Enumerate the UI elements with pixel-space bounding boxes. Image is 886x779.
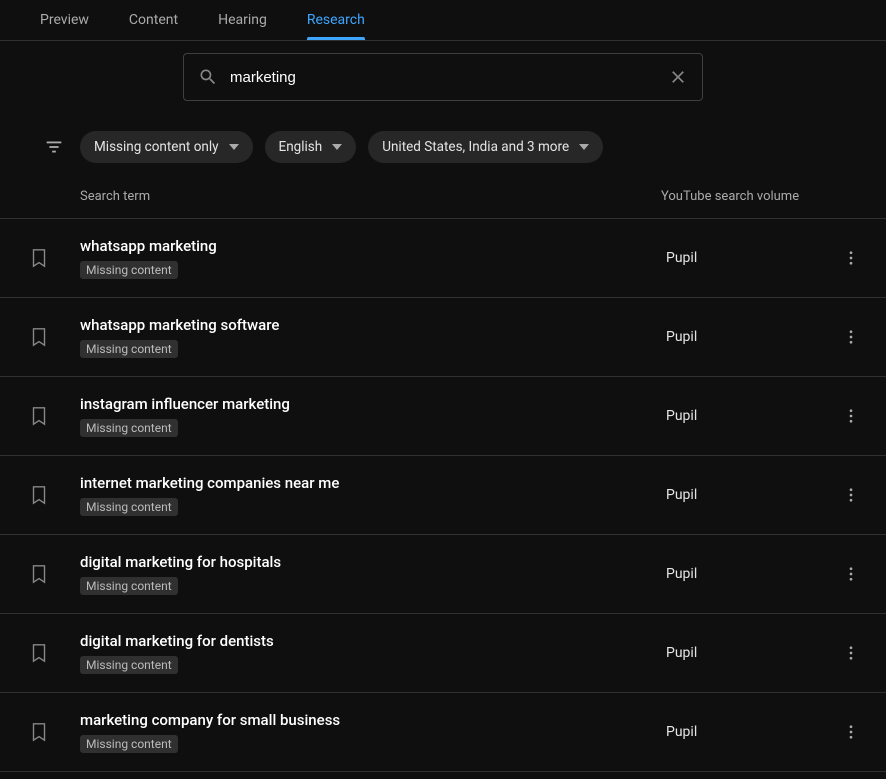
bookmark-icon	[28, 484, 50, 506]
bookmark-button[interactable]	[20, 326, 80, 348]
tab-label: Preview	[40, 12, 89, 28]
tab-research[interactable]: Research	[287, 0, 385, 40]
volume-cell: Pupil	[666, 566, 836, 582]
tab-label: Hearing	[218, 12, 267, 28]
chevron-down-icon	[332, 142, 342, 152]
term-text: marketing company for small business	[80, 711, 666, 729]
table-row[interactable]: digital marketing for hospitals Missing …	[0, 535, 886, 614]
filter-bar: Missing content only English United Stat…	[0, 119, 886, 179]
more-vertical-icon	[842, 249, 860, 267]
more-vertical-icon	[842, 565, 860, 583]
filter-chip-language[interactable]: English	[265, 131, 357, 163]
table-row[interactable]: marketing company for small business Mis…	[0, 693, 886, 772]
missing-content-tag: Missing content	[80, 419, 178, 437]
term-text: whatsapp marketing	[80, 237, 666, 255]
bookmark-button[interactable]	[20, 563, 80, 585]
bookmark-button[interactable]	[20, 405, 80, 427]
missing-content-tag: Missing content	[80, 498, 178, 516]
row-menu-button[interactable]	[836, 565, 866, 583]
column-header-volume: YouTube search volume	[661, 189, 866, 204]
bookmark-button[interactable]	[20, 484, 80, 506]
term-cell: internet marketing companies near me Mis…	[80, 474, 666, 516]
term-text: digital marketing for dentists	[80, 632, 666, 650]
table-row[interactable]: instagram influencer marketing Missing c…	[0, 377, 886, 456]
search-container	[0, 41, 886, 119]
bookmark-icon	[28, 326, 50, 348]
more-vertical-icon	[842, 644, 860, 662]
term-text: whatsapp marketing software	[80, 316, 666, 334]
bookmark-button[interactable]	[20, 247, 80, 269]
table-header: Search term YouTube search volume	[0, 179, 886, 219]
term-text: internet marketing companies near me	[80, 474, 666, 492]
bookmark-button[interactable]	[20, 721, 80, 743]
more-vertical-icon	[842, 328, 860, 346]
chevron-down-icon	[579, 142, 589, 152]
bookmark-icon	[28, 405, 50, 427]
term-cell: whatsapp marketing Missing content	[80, 237, 666, 279]
search-box	[183, 53, 703, 101]
tab-content[interactable]: Content	[109, 0, 198, 40]
volume-cell: Pupil	[666, 329, 836, 345]
clear-icon[interactable]	[668, 67, 688, 87]
row-menu-button[interactable]	[836, 723, 866, 741]
missing-content-tag: Missing content	[80, 656, 178, 674]
more-vertical-icon	[842, 486, 860, 504]
filter-chip-missing[interactable]: Missing content only	[80, 131, 253, 163]
chevron-down-icon	[229, 142, 239, 152]
term-text: digital marketing for hospitals	[80, 553, 666, 571]
table-row[interactable]: whatsapp marketing Missing content Pupil	[0, 219, 886, 298]
missing-content-tag: Missing content	[80, 577, 178, 595]
chip-label: Missing content only	[94, 139, 219, 155]
search-input[interactable]	[230, 69, 656, 86]
volume-cell: Pupil	[666, 487, 836, 503]
chip-label: English	[279, 139, 323, 155]
chip-label: United States, India and 3 more	[382, 139, 569, 155]
tab-hearing[interactable]: Hearing	[198, 0, 287, 40]
search-icon	[198, 67, 218, 87]
missing-content-tag: Missing content	[80, 261, 178, 279]
tab-preview[interactable]: Preview	[20, 0, 109, 40]
row-menu-button[interactable]	[836, 249, 866, 267]
missing-content-tag: Missing content	[80, 340, 178, 358]
row-menu-button[interactable]	[836, 644, 866, 662]
row-menu-button[interactable]	[836, 328, 866, 346]
volume-cell: Pupil	[666, 250, 836, 266]
tab-label: Content	[129, 12, 178, 28]
row-menu-button[interactable]	[836, 486, 866, 504]
tab-label: Research	[307, 12, 365, 28]
results-list: whatsapp marketing Missing content Pupil…	[0, 219, 886, 772]
table-row[interactable]: internet marketing companies near me Mis…	[0, 456, 886, 535]
bookmark-icon	[28, 642, 50, 664]
table-row[interactable]: digital marketing for dentists Missing c…	[0, 614, 886, 693]
term-cell: digital marketing for dentists Missing c…	[80, 632, 666, 674]
bookmark-icon	[28, 563, 50, 585]
filter-icon[interactable]	[40, 136, 68, 158]
row-menu-button[interactable]	[836, 407, 866, 425]
volume-cell: Pupil	[666, 645, 836, 661]
term-cell: marketing company for small business Mis…	[80, 711, 666, 753]
tab-bar: Preview Content Hearing Research	[0, 0, 886, 41]
term-cell: instagram influencer marketing Missing c…	[80, 395, 666, 437]
bookmark-icon	[28, 721, 50, 743]
missing-content-tag: Missing content	[80, 735, 178, 753]
filter-chip-region[interactable]: United States, India and 3 more	[368, 131, 603, 163]
bookmark-button[interactable]	[20, 642, 80, 664]
volume-cell: Pupil	[666, 408, 836, 424]
bookmark-icon	[28, 247, 50, 269]
more-vertical-icon	[842, 723, 860, 741]
term-cell: whatsapp marketing software Missing cont…	[80, 316, 666, 358]
term-cell: digital marketing for hospitals Missing …	[80, 553, 666, 595]
more-vertical-icon	[842, 407, 860, 425]
column-header-term: Search term	[80, 189, 661, 204]
volume-cell: Pupil	[666, 724, 836, 740]
term-text: instagram influencer marketing	[80, 395, 666, 413]
table-row[interactable]: whatsapp marketing software Missing cont…	[0, 298, 886, 377]
